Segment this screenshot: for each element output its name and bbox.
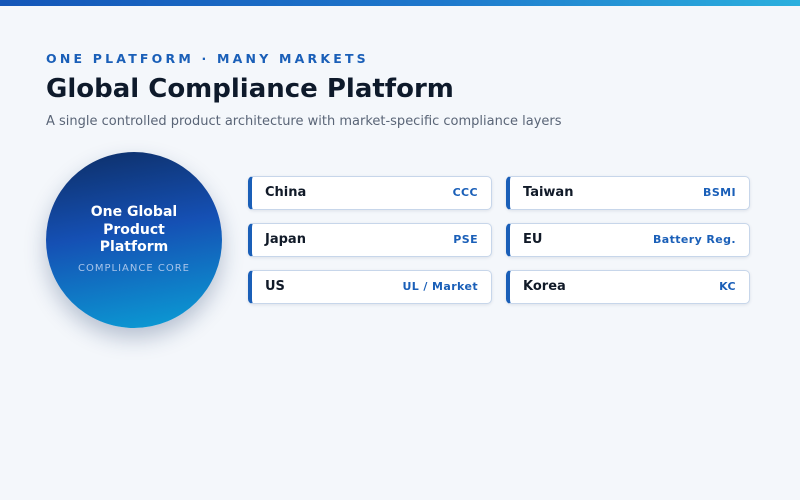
core-caption: COMPLIANCE CORE [78, 263, 190, 274]
market-certification: BSMI [703, 186, 736, 199]
market-name: US [265, 279, 285, 294]
eyebrow-label: ONE PLATFORM · MANY MARKETS [46, 51, 369, 66]
market-card-eu: EU Battery Reg. [506, 223, 750, 257]
market-certification: UL / Market [402, 280, 478, 293]
market-card-china: China CCC [248, 176, 492, 210]
market-certification: PSE [453, 233, 478, 246]
market-certification: Battery Reg. [653, 233, 736, 246]
market-name: Japan [265, 232, 306, 247]
market-name: EU [523, 232, 543, 247]
market-certification: KC [719, 280, 736, 293]
page-title: Global Compliance Platform [46, 74, 454, 104]
market-card-taiwan: Taiwan BSMI [506, 176, 750, 210]
market-certification: CCC [452, 186, 478, 199]
core-title: One Global Product Platform [90, 204, 178, 255]
compliance-core-circle: One Global Product Platform COMPLIANCE C… [46, 152, 222, 328]
market-name: Taiwan [523, 185, 574, 200]
page-subtitle: A single controlled product architecture… [46, 114, 562, 129]
market-card-us: US UL / Market [248, 270, 492, 304]
market-card-japan: Japan PSE [248, 223, 492, 257]
top-accent-bar [0, 0, 800, 6]
market-name: China [265, 185, 307, 200]
market-name: Korea [523, 279, 566, 294]
market-card-korea: Korea KC [506, 270, 750, 304]
